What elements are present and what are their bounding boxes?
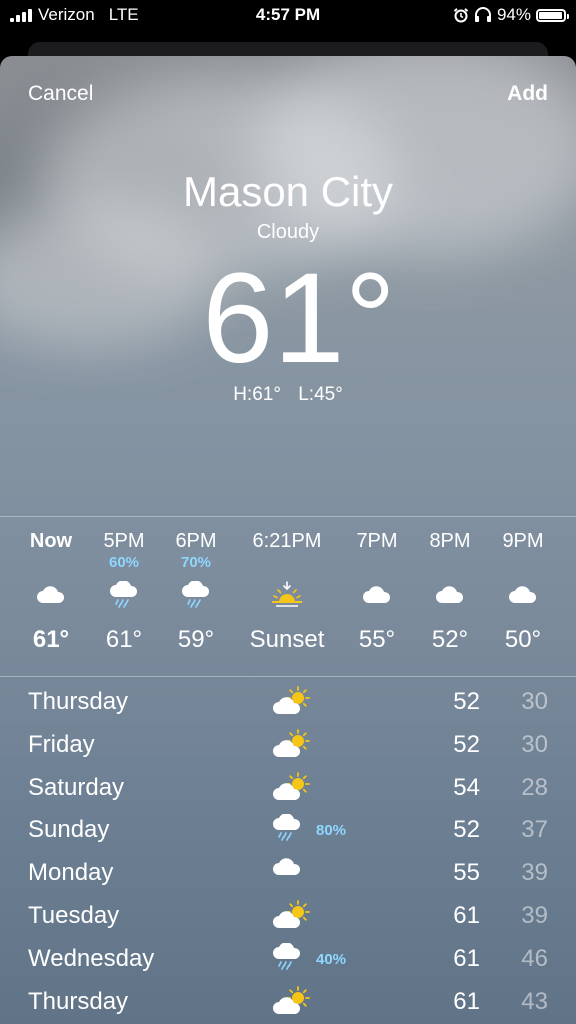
hour-column: 6PM 70% 59° (151, 530, 241, 654)
day-low: 37 (521, 816, 548, 844)
sunset-icon (242, 572, 332, 618)
day-low: 30 (521, 688, 548, 715)
hour-precip (242, 554, 332, 572)
day-name: Friday (28, 730, 95, 758)
day-low: 39 (521, 901, 548, 929)
day-high: 54 (453, 773, 480, 801)
day-name: Tuesday (28, 901, 120, 929)
day-row: Saturday 54 28 (0, 768, 576, 811)
partly-sunny-icon (272, 728, 312, 763)
divider-bottom (0, 676, 576, 677)
cloud-icon (272, 857, 312, 891)
day-low: 46 (521, 944, 548, 972)
day-precip: 80% (316, 822, 347, 840)
divider-top (0, 516, 576, 517)
hour-precip: 70% (180, 554, 212, 571)
status-bar: Verizon LTE 4:57 PM 94% (0, 0, 576, 30)
hour-time: 6PM (175, 530, 217, 552)
daily-forecast: Thursday 52 30 Friday 52 30 Saturday 54 28 Sunday… (0, 682, 576, 1024)
day-low: 39 (521, 859, 548, 887)
battery-icon (536, 8, 569, 22)
day-name: Saturday (28, 773, 125, 801)
day-row: Wednesday 40% 61 46 (0, 939, 576, 982)
cloud-rain-icon (272, 942, 312, 977)
hour-column: 6:21PM Sunset (242, 530, 332, 654)
weather-sheet: Cancel Add Mason City Cloudy 61° H:61° L… (0, 56, 576, 1024)
headphones-icon (474, 7, 491, 22)
day-row: Thursday 61 43 (0, 982, 576, 1024)
partly-sunny-icon (272, 771, 312, 806)
day-name: Thursday (28, 688, 129, 715)
day-row: Monday 55 39 (0, 853, 576, 896)
cloud-icon (478, 572, 568, 618)
current-temperature: 61° (202, 247, 396, 390)
low-temp: L:45° (298, 384, 343, 405)
day-high: 55 (453, 859, 480, 887)
day-low: 30 (521, 730, 548, 758)
day-row: Sunday 80% 52 37 (0, 810, 576, 853)
day-high: 61 (453, 901, 480, 929)
city-name: Mason City (182, 168, 394, 215)
partly-sunny-icon (272, 985, 312, 1020)
status-right: 94% (453, 5, 569, 25)
hour-temp: Sunset (249, 626, 325, 653)
battery-percent: 94% (496, 5, 531, 24)
day-row: Friday 52 30 (0, 725, 576, 768)
day-name: Sunday (28, 816, 110, 844)
day-high: 61 (453, 987, 480, 1015)
hour-temp: 59° (177, 626, 215, 653)
hour-time: 9PM (502, 530, 544, 552)
day-high: 52 (453, 730, 480, 758)
cloud-rain-icon (272, 813, 312, 848)
day-low: 28 (521, 773, 548, 801)
day-row: Tuesday 61 39 (0, 896, 576, 939)
add-button[interactable]: Add (507, 82, 548, 106)
hour-column: 9PM 50° (478, 530, 568, 654)
hour-temp: 50° (504, 626, 542, 653)
partly-sunny-icon (272, 686, 312, 720)
hourly-forecast[interactable]: Now 61° 5PM 60% 61° 6PM 70% 59° 6:21PM Sunset 7PM 5… (0, 530, 576, 690)
day-high: 52 (453, 688, 480, 715)
hour-precip (478, 554, 568, 572)
day-name: Wednesday (28, 944, 155, 972)
day-row: Thursday 52 30 (0, 682, 576, 725)
high-temp: H:61° (233, 384, 281, 405)
current-condition: Cloudy (256, 221, 320, 243)
day-name: Thursday (28, 987, 129, 1015)
alarm-icon (453, 8, 469, 23)
day-low: 43 (521, 987, 548, 1015)
cloud-rain-icon (151, 572, 241, 618)
day-high: 52 (453, 816, 480, 844)
day-high: 61 (453, 944, 480, 972)
hour-time: 6:21PM (252, 530, 322, 552)
day-name: Monday (28, 859, 114, 887)
partly-sunny-icon (272, 900, 312, 934)
high-low: H:61° L:45° (0, 384, 576, 406)
day-precip: 40% (316, 950, 347, 968)
cancel-button[interactable]: Cancel (28, 82, 93, 106)
